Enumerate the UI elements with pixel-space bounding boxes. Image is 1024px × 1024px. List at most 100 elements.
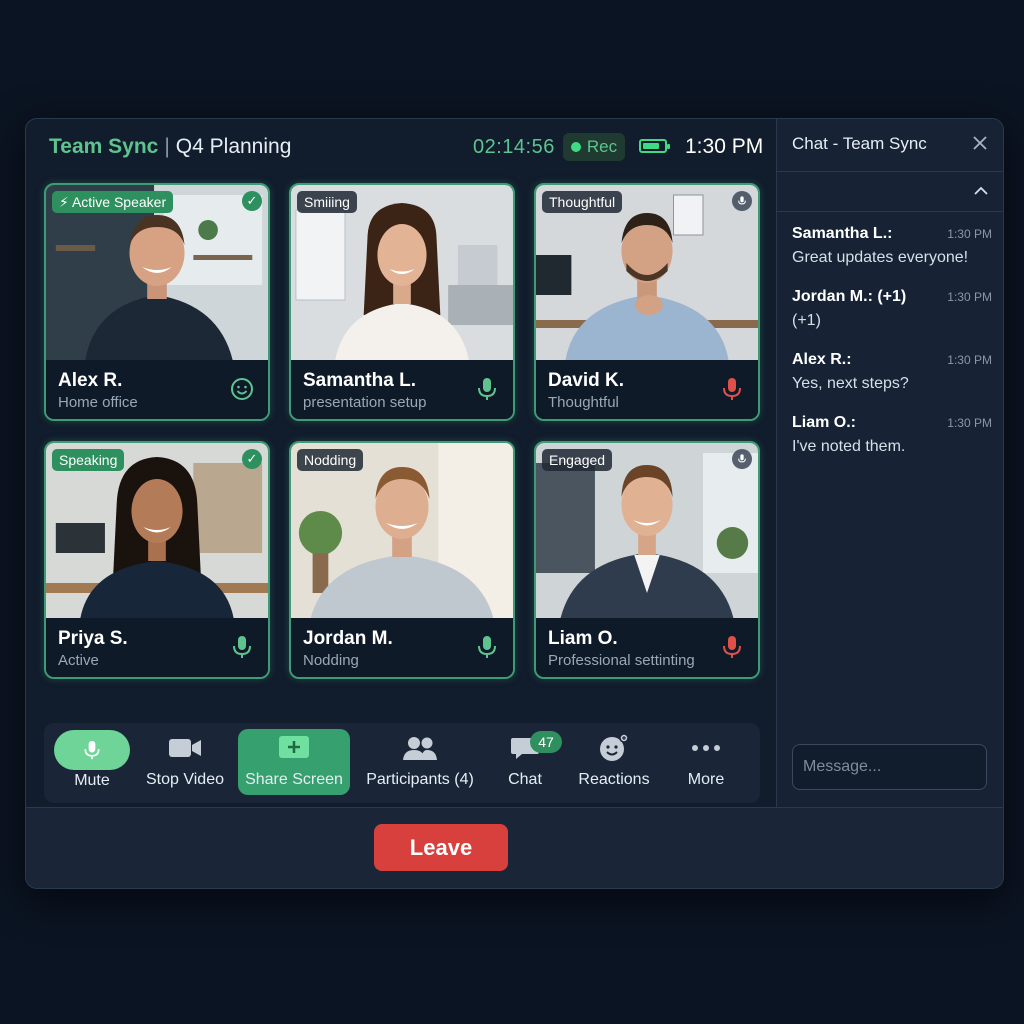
elapsed-timer: 02:14:56 xyxy=(473,136,555,158)
mic-muted-icon[interactable] xyxy=(720,376,744,402)
tile-info: Liam O. Professional settinting xyxy=(536,618,758,677)
meeting-name: Q4 Planning xyxy=(175,135,292,158)
video-camera-icon xyxy=(169,739,201,757)
meeting-window: Team Sync | Q4 Planning 02:14:56 Rec 1:30 … xyxy=(25,118,1004,889)
meeting-title: Team Sync | Q4 Planning xyxy=(49,135,291,159)
leave-button[interactable]: Leave xyxy=(374,824,508,871)
chat-message: Alex R.: 1:30 PM Yes, next steps? xyxy=(792,351,992,393)
mute-label: Mute xyxy=(74,772,110,789)
chevron-up-icon[interactable] xyxy=(972,183,990,199)
participant-subtitle: Home office xyxy=(58,394,138,411)
bottom-bar: Leave xyxy=(26,807,1003,888)
tile-info: Priya S. Active xyxy=(46,618,268,677)
tile-badge: Engaged xyxy=(542,449,613,471)
chat-header: Chat - Team Sync xyxy=(777,119,1003,172)
rec-label: Rec xyxy=(586,137,618,156)
check-icon: ✓ xyxy=(242,191,262,211)
message-text: Great updates everyone! xyxy=(792,249,969,266)
chat-message: Jordan M.: (+1) 1:30 PM (+1) xyxy=(792,288,992,330)
message-text: Yes, next steps? xyxy=(792,375,909,392)
share-screen-content: Share Screen xyxy=(238,731,350,797)
participant-subtitle: presentation setup xyxy=(303,394,427,411)
clock: 1:30 PM xyxy=(685,135,764,158)
share-icon-wrap xyxy=(278,731,310,765)
participant-tile-david[interactable]: Thoughtful David K. Thoughtful xyxy=(534,183,760,421)
reaction-emoji-icon xyxy=(600,733,629,761)
meeting-main: Team Sync | Q4 Planning 02:14:56 Rec 1:30 … xyxy=(26,119,776,807)
stop-video-button[interactable]: Stop Video xyxy=(144,731,226,797)
participant-subtitle: Active xyxy=(58,652,99,669)
participant-tile-samantha[interactable]: Smiiing Samantha L. presentation setup xyxy=(289,183,515,421)
participant-name: Liam O. xyxy=(548,628,618,649)
participants-icon-wrap xyxy=(402,731,438,765)
mute-button[interactable]: Mute xyxy=(54,730,130,797)
share-screen-label: Share Screen xyxy=(245,771,343,788)
recording-indicator[interactable]: Rec xyxy=(563,133,625,161)
mic-on-icon[interactable] xyxy=(230,634,254,660)
participant-tile-priya[interactable]: Speaking ✓ Priya S. Active xyxy=(44,441,270,679)
more-button[interactable]: More xyxy=(674,731,738,797)
participant-name: Jordan M. xyxy=(303,628,393,649)
share-screen-button[interactable]: Share Screen xyxy=(238,729,350,795)
participants-button[interactable]: Participants (4) xyxy=(362,731,478,797)
participant-tile-liam[interactable]: Engaged Liam O. Professional settinting xyxy=(534,441,760,679)
tile-info: Jordan M. Nodding xyxy=(291,618,513,677)
tile-info: Alex R. Home office xyxy=(46,360,268,419)
message-time: 1:30 PM xyxy=(947,353,992,367)
reactions-icon-wrap xyxy=(598,731,630,765)
participant-name: Samantha L. xyxy=(303,370,416,391)
participants-icon xyxy=(403,737,437,760)
close-icon[interactable] xyxy=(970,133,990,153)
tile-info: David K. Thoughtful xyxy=(536,360,758,419)
participant-subtitle: Nodding xyxy=(303,652,359,669)
tile-badge: Speaking xyxy=(52,449,125,471)
message-text: I've noted them. xyxy=(792,438,906,455)
message-time: 1:30 PM xyxy=(947,227,992,241)
chat-message-input[interactable] xyxy=(792,744,987,790)
tile-info: Samantha L. presentation setup xyxy=(291,360,513,419)
participant-grid: ⚡ Active Speaker ✓ Alex R. Home office S… xyxy=(44,183,760,679)
participant-name: Priya S. xyxy=(58,628,128,649)
participant-tile-alex[interactable]: ⚡ Active Speaker ✓ Alex R. Home office xyxy=(44,183,270,421)
title-separator: | xyxy=(164,135,170,158)
participant-subtitle: Professional settinting xyxy=(548,652,695,669)
share-screen-icon xyxy=(279,736,309,758)
more-dots-icon xyxy=(692,745,720,751)
control-bar: Mute Stop Video Share Screen Participant… xyxy=(44,723,760,803)
message-time: 1:30 PM xyxy=(947,416,992,430)
record-dot-icon xyxy=(570,142,581,152)
participant-name: David K. xyxy=(548,370,625,391)
microphone-icon xyxy=(84,740,100,760)
more-icon-wrap xyxy=(691,731,721,765)
participant-name: Alex R. xyxy=(58,370,123,391)
participant-subtitle: Thoughtful xyxy=(548,394,619,411)
tile-badge: Smiiing xyxy=(297,191,357,213)
check-icon: ✓ xyxy=(242,449,262,469)
mic-muted-icon[interactable] xyxy=(720,634,744,660)
chat-unread-badge: 47 xyxy=(530,731,562,753)
battery-fill xyxy=(643,143,659,149)
battery-icon xyxy=(639,139,670,153)
mic-indicator-icon xyxy=(732,449,752,469)
more-label: More xyxy=(687,771,725,788)
participant-tile-jordan[interactable]: Nodding Jordan M. Nodding xyxy=(289,441,515,679)
mic-on-icon[interactable] xyxy=(475,376,499,402)
chat-subheader xyxy=(777,171,1003,212)
tile-badge: Nodding xyxy=(297,449,364,471)
smile-icon[interactable] xyxy=(230,376,254,402)
tile-badge: Thoughtful xyxy=(542,191,623,213)
stop-video-icon-wrap xyxy=(168,731,202,765)
mute-pill xyxy=(54,730,130,770)
chat-label: Chat xyxy=(508,771,542,788)
mic-on-icon[interactable] xyxy=(475,634,499,660)
message-text: (+1) xyxy=(792,312,821,329)
chat-message: Samantha L.: 1:30 PM Great updates every… xyxy=(792,225,992,267)
reactions-button[interactable]: Reactions xyxy=(574,731,654,797)
stop-video-label: Stop Video xyxy=(146,771,224,788)
participants-label: Participants (4) xyxy=(366,771,474,788)
top-bar: Team Sync | Q4 Planning 02:14:56 Rec 1:30 … xyxy=(26,119,776,175)
chat-message: Liam O.: 1:30 PM I've noted them. xyxy=(792,414,992,456)
reactions-label: Reactions xyxy=(578,771,650,788)
mic-indicator-icon xyxy=(732,191,752,211)
tile-badge: ⚡ Active Speaker xyxy=(52,191,174,213)
